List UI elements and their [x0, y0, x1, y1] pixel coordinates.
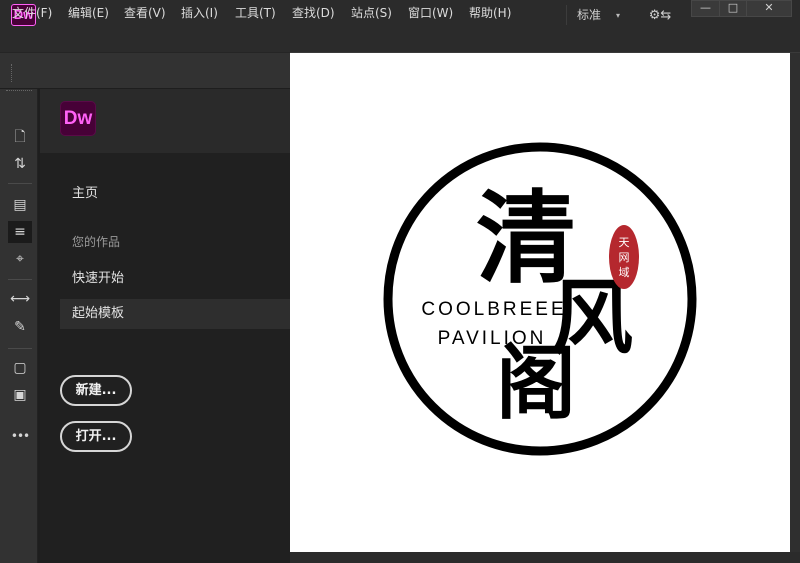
menu-view[interactable]: 查看(V) [124, 4, 166, 21]
seal-char-2: 网 [619, 251, 630, 264]
dreamweaver-home-logo: Dw [60, 101, 96, 136]
vertical-scrollbar[interactable] [790, 53, 800, 552]
menu-file[interactable]: 文件(F) [12, 4, 52, 21]
maximize-button[interactable]: □ [719, 0, 747, 17]
workspace-switcher[interactable]: 标准 ▾ [566, 5, 632, 25]
chevron-down-icon: ▾ [616, 11, 621, 20]
menu-site[interactable]: 站点(S) [351, 4, 392, 21]
seal-char-1: 天 [619, 236, 630, 249]
edit-tag-icon[interactable]: ✎ [8, 316, 32, 338]
target-icon[interactable]: ⌖ [8, 248, 32, 270]
menu-window[interactable]: 窗口(W) [408, 4, 453, 21]
status-bar [290, 552, 800, 563]
menu-bar [0, 30, 800, 52]
logo-english-line-2: PAVILION [438, 328, 547, 349]
logo-english-line-1: COOLBREEE [421, 299, 566, 320]
title-bar [0, 0, 800, 30]
nav-home[interactable]: 主页 [60, 179, 290, 209]
expand-collapse-icon[interactable]: ⟷ [8, 288, 32, 310]
format-source-icon[interactable]: ≡ [8, 221, 32, 243]
close-button[interactable]: ✕ [746, 0, 792, 17]
comment-icon[interactable]: ▢ [8, 357, 32, 379]
live-view-inspect-icon[interactable]: ▤ [8, 194, 32, 216]
new-file-icon[interactable]: 🗋 [8, 126, 32, 148]
open-button[interactable]: 打开... [60, 421, 132, 452]
file-transfer-icon[interactable]: ⇅ [8, 153, 32, 175]
menu-tools[interactable]: 工具(T) [235, 4, 276, 21]
design-canvas[interactable]: 清 风 阁 COOLBREEE PAVILION 天 网 域 [290, 53, 790, 552]
nav-starter-templates[interactable]: 起始模板 [60, 299, 290, 329]
minimize-button[interactable]: — [691, 0, 720, 17]
comment-remove-icon[interactable]: ▣ [8, 384, 32, 406]
menu-help[interactable]: 帮助(H) [469, 4, 511, 21]
more-icon[interactable]: ••• [8, 425, 32, 447]
logo-char-ge: 阁 [496, 336, 576, 430]
nav-section-your-work: 您的作品 [72, 235, 121, 249]
coolbreeze-pavilion-logo: 清 风 阁 COOLBREEE PAVILION 天 网 域 [383, 142, 697, 456]
menu-edit[interactable]: 编辑(E) [68, 4, 109, 21]
nav-quick-start[interactable]: 快速开始 [60, 264, 290, 294]
menu-insert[interactable]: 插入(I) [181, 4, 218, 21]
toolbar-grip-icon[interactable] [6, 90, 32, 100]
seal-char-3: 域 [619, 266, 630, 279]
sync-settings-icon[interactable]: ⚙⇆ [643, 5, 677, 27]
toolbar-divider [8, 183, 32, 184]
toolbar-grip-icon[interactable] [11, 64, 13, 82]
new-button[interactable]: 新建... [60, 375, 132, 406]
toolbar-divider [8, 348, 32, 349]
workspace-label: 标准 [577, 8, 602, 22]
menu-find[interactable]: 查找(D) [292, 4, 335, 21]
toolbar-divider [8, 279, 32, 280]
